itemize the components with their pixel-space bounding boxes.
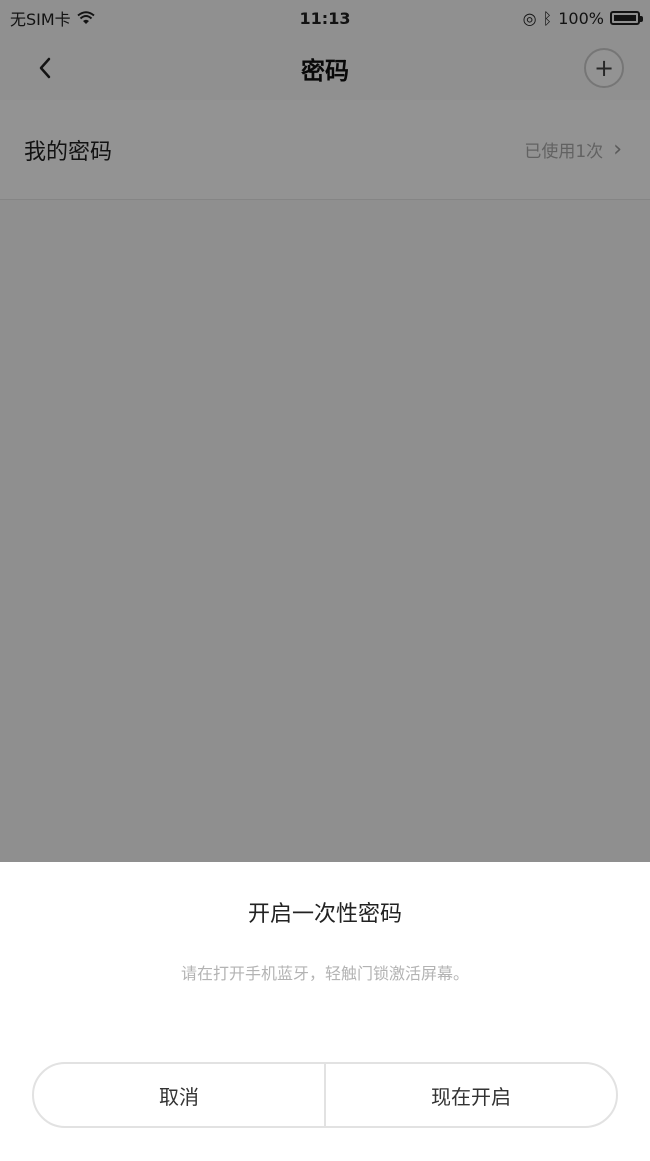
modal-overlay[interactable] [0, 0, 650, 862]
sheet-title: 开启一次性密码 [247, 902, 402, 927]
cancel-button[interactable]: 取消 [34, 1064, 324, 1126]
bottom-sheet: 开启一次性密码 请在打开手机蓝牙，轻触门锁激活屏幕。 取消 现在开启 [0, 862, 650, 1161]
enable-now-button[interactable]: 现在开启 [326, 1064, 616, 1126]
sheet-description: 请在打开手机蓝牙，轻触门锁激活屏幕。 [180, 964, 469, 983]
sheet-button-group: 取消 现在开启 [32, 1062, 618, 1128]
